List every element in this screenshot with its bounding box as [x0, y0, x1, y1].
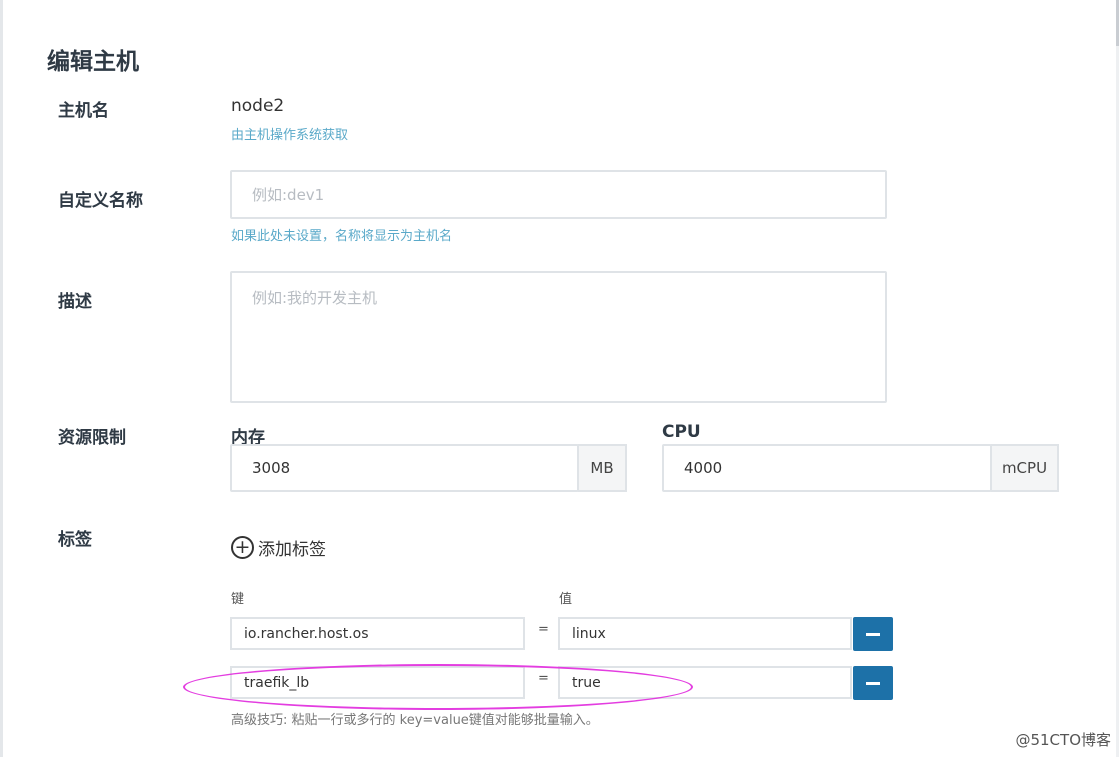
minus-icon — [866, 681, 880, 685]
custom-name-help: 如果此处未设置，名称将显示为主机名 — [231, 229, 453, 244]
add-label-text: 添加标签 — [258, 540, 326, 560]
custom-name-label: 自定义名称 — [58, 191, 143, 211]
description-textarea[interactable]: 例如:我的开发主机 — [230, 271, 887, 403]
resources-label: 资源限制 — [58, 428, 126, 448]
label-value-input[interactable]: linux — [558, 617, 852, 650]
description-label: 描述 — [58, 292, 92, 312]
page-title: 编辑主机 — [47, 49, 139, 75]
watermark: @51CTO博客 — [1015, 731, 1111, 749]
paste-tip: 高级技巧: 粘贴一行或多行的 key=value键值对能够批量输入。 — [231, 713, 599, 728]
memory-input[interactable]: 3008 — [230, 444, 579, 492]
cpu-label: CPU — [662, 422, 701, 442]
value-column-header: 值 — [559, 592, 573, 607]
remove-label-button[interactable] — [853, 617, 893, 651]
left-edge-rail — [0, 0, 3, 757]
key-column-header: 键 — [231, 592, 245, 607]
labels-label: 标签 — [58, 530, 92, 550]
label-key-input[interactable]: io.rancher.host.os — [230, 617, 525, 650]
cpu-unit: mCPU — [991, 444, 1059, 492]
remove-label-button[interactable] — [853, 666, 893, 700]
memory-unit: MB — [578, 444, 627, 492]
label-key-input[interactable]: traefik_lb — [230, 666, 525, 699]
custom-name-input[interactable]: 例如:dev1 — [230, 170, 887, 219]
add-label-button[interactable]: + 添加标签 — [231, 535, 326, 560]
minus-icon — [866, 632, 880, 636]
label-value-input[interactable]: true — [558, 666, 852, 699]
hostname-label: 主机名 — [58, 101, 109, 121]
hostname-help: 由主机操作系统获取 — [231, 128, 349, 143]
hostname-value: node2 — [231, 96, 285, 116]
equals-sign: = — [538, 622, 549, 637]
equals-sign: = — [538, 671, 549, 686]
cpu-input[interactable]: 4000 — [662, 444, 992, 492]
plus-circle-icon: + — [231, 536, 254, 559]
